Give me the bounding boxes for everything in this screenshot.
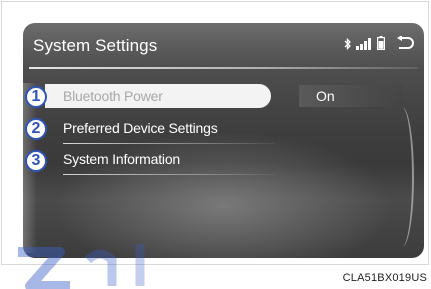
system-settings-screen: System Settings Bluetooth Power On Prefe… (23, 23, 424, 258)
bluetooth-power-button[interactable]: Bluetooth Power (45, 84, 271, 108)
page-title: System Settings (33, 36, 158, 55)
system-information-label: System Information (63, 151, 180, 167)
signal-strength-icon (356, 37, 372, 55)
callout-3: 3 (25, 150, 47, 172)
menu-item-underline (63, 143, 275, 144)
menu-item-underline (63, 174, 275, 175)
header-divider (29, 67, 418, 69)
preferred-device-settings-button[interactable]: Preferred Device Settings (45, 116, 275, 144)
image-code: CLA51BX019US (342, 272, 427, 284)
back-icon[interactable] (396, 35, 414, 55)
system-information-button[interactable]: System Information (45, 147, 275, 175)
battery-icon (377, 36, 386, 55)
bluetooth-power-label: Bluetooth Power (63, 88, 163, 104)
bluetooth-power-value: On (316, 88, 335, 104)
bluetooth-power-value-field: On (299, 85, 403, 107)
scroll-indicator[interactable] (390, 107, 414, 247)
callout-2: 2 (25, 118, 47, 140)
bluetooth-icon (344, 37, 351, 55)
preferred-device-settings-label: Preferred Device Settings (63, 120, 218, 136)
watermark-graphic (18, 244, 145, 289)
status-bar (344, 35, 414, 55)
callout-1: 1 (25, 86, 47, 108)
